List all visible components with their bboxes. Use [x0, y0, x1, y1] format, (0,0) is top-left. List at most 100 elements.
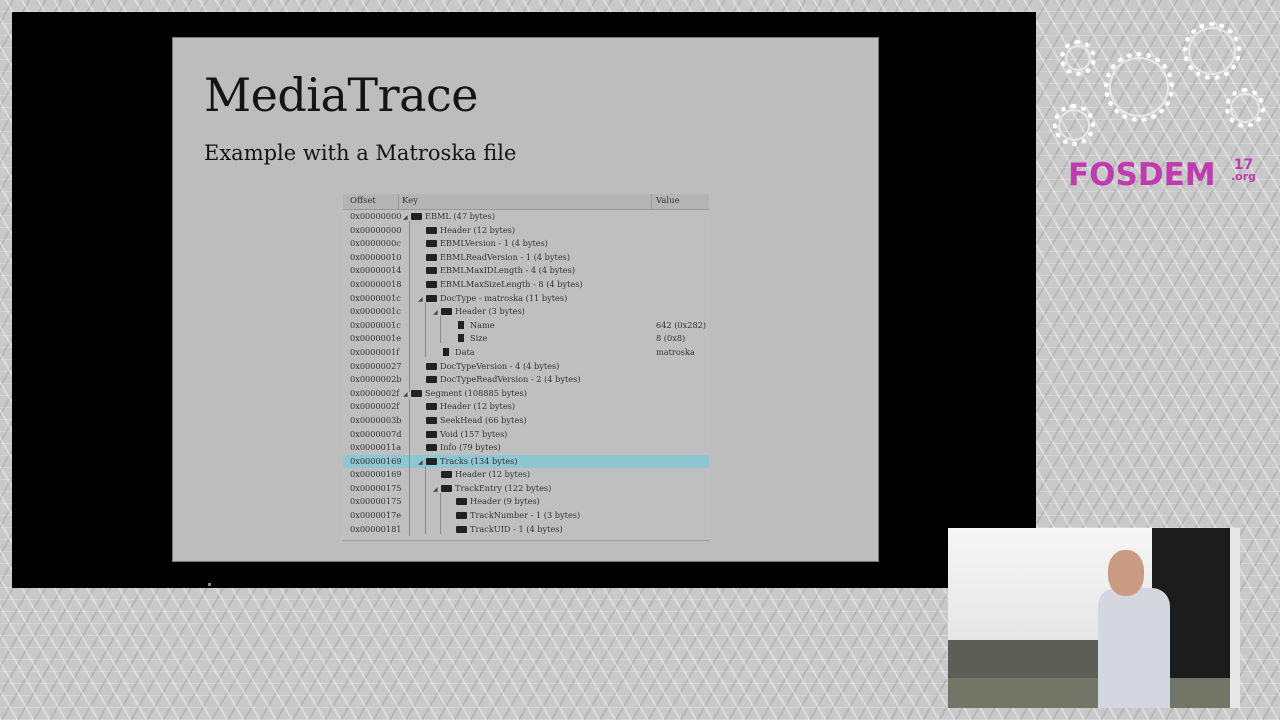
- row-offset: 0x0000011a: [350, 442, 402, 453]
- row-key: Size: [448, 333, 487, 343]
- tree-row[interactable]: 0x0000001f Data matroska: [343, 346, 709, 360]
- row-offset: 0x00000169: [350, 455, 402, 466]
- room-floor: [948, 678, 1240, 708]
- logo-edition: 17 .org: [1231, 158, 1256, 183]
- tree-row[interactable]: 0x0000001c ◢ Header (3 bytes): [343, 305, 709, 319]
- row-key-label: Void (157 bytes): [440, 428, 508, 439]
- fosdem-logo: FOSDEM 17 .org: [1040, 14, 1270, 194]
- folder-icon: [426, 376, 437, 384]
- folder-icon: [456, 512, 467, 520]
- tree-row[interactable]: 0x0000011a Info (79 bytes): [343, 441, 709, 455]
- gear-icon: [1104, 52, 1174, 122]
- row-key: ◢ DocType - matroska (11 bytes): [418, 293, 567, 303]
- row-key: Header (12 bytes): [433, 469, 530, 479]
- row-key: Data: [433, 347, 475, 357]
- tree-row[interactable]: 0x00000175 Header (9 bytes): [343, 495, 709, 509]
- column-divider[interactable]: [651, 194, 652, 209]
- row-value: 8 (0x8): [656, 333, 686, 344]
- row-key: SeekHead (66 bytes): [418, 415, 527, 425]
- slide-subtitle: Example with a Matroska file: [204, 141, 517, 165]
- row-value: matroska: [656, 346, 695, 357]
- row-offset: 0x0000002b: [350, 374, 402, 385]
- tree-guide-line: [425, 465, 426, 534]
- row-offset: 0x0000017e: [350, 510, 402, 521]
- row-key-label: Header (12 bytes): [455, 469, 531, 480]
- row-offset: 0x00000010: [350, 251, 402, 262]
- tree-row[interactable]: 0x00000000 Header (12 bytes): [343, 224, 709, 238]
- row-key-label: TrackEntry (122 bytes): [455, 482, 552, 493]
- row-key: EBMLMaxSizeLength - 8 (4 bytes): [418, 279, 583, 289]
- tree-row[interactable]: 0x0000007d Void (157 bytes): [343, 428, 709, 442]
- camera-edge: [1230, 528, 1240, 708]
- column-header-value[interactable]: Value: [656, 196, 680, 206]
- folder-icon: [426, 253, 437, 261]
- row-key: EBMLMaxIDLength - 4 (4 bytes): [418, 265, 575, 275]
- file-icon: [443, 347, 449, 356]
- tree-row[interactable]: 0x00000014 EBMLMaxIDLength - 4 (4 bytes): [343, 264, 709, 278]
- tree-row[interactable]: 0x00000027 DocTypeVersion - 4 (4 bytes): [343, 360, 709, 374]
- file-icon: [458, 334, 464, 343]
- tree-row[interactable]: 0x0000002b DocTypeReadVersion - 2 (4 byte…: [343, 373, 709, 387]
- row-key: ◢ Segment (108885 bytes): [403, 388, 527, 398]
- row-offset: 0x00000000: [350, 211, 402, 221]
- row-key-label: TrackUID - 1 (4 bytes): [470, 523, 563, 534]
- folder-icon: [426, 416, 437, 424]
- row-offset: 0x00000175: [350, 496, 402, 507]
- expand-arrow-icon[interactable]: ◢: [418, 459, 426, 466]
- tree-row[interactable]: 0x00000175 ◢ TrackEntry (122 bytes): [343, 482, 709, 496]
- speaker-body: [1098, 588, 1170, 708]
- row-key-label: Header (9 bytes): [470, 496, 540, 507]
- tree-row[interactable]: 0x0000000c EBMLVersion - 1 (4 bytes): [343, 237, 709, 251]
- row-offset: 0x0000007d: [350, 428, 402, 439]
- tree-row[interactable]: 0x0000001c Name 642 (0x282): [343, 319, 709, 333]
- row-offset: 0x00000014: [350, 265, 402, 276]
- tree-guide-line: [409, 397, 410, 537]
- row-offset: 0x0000000c: [350, 238, 401, 249]
- column-divider[interactable]: [398, 194, 399, 209]
- row-key: TrackUID - 1 (4 bytes): [448, 524, 563, 534]
- tree-row[interactable]: 0x0000002f Header (12 bytes): [343, 400, 709, 414]
- row-offset: 0x0000001f: [350, 346, 400, 357]
- folder-icon: [456, 525, 467, 533]
- tree-row[interactable]: 0x00000169 ◢ Tracks (134 bytes): [343, 454, 709, 469]
- row-key: ◢ EBML (47 bytes): [403, 211, 495, 221]
- mediatrace-tree-view: Offset Key Value 0x00000000 ◢ EBML (47 byt…: [343, 194, 709, 541]
- row-key-label: Name: [470, 319, 495, 330]
- row-key: Name: [448, 320, 495, 330]
- folder-icon: [441, 484, 452, 492]
- column-header-offset[interactable]: Offset: [350, 196, 376, 206]
- column-header-key[interactable]: Key: [402, 196, 418, 206]
- row-key-label: Size: [470, 333, 488, 344]
- row-key-label: Header (3 bytes): [455, 306, 525, 317]
- folder-icon: [441, 308, 452, 316]
- tree-row[interactable]: 0x0000001c ◢ DocType - matroska (11 bytes): [343, 292, 709, 306]
- tree-row[interactable]: 0x00000169 Header (12 bytes): [343, 468, 709, 482]
- tree-header: Offset Key Value: [343, 194, 709, 210]
- row-offset: 0x00000018: [350, 278, 402, 289]
- mouse-pointer: [208, 583, 211, 586]
- tree-row[interactable]: 0x00000018 EBMLMaxSizeLength - 8 (4 bytes…: [343, 278, 709, 292]
- row-key: DocTypeVersion - 4 (4 bytes): [418, 361, 559, 371]
- tree-row[interactable]: 0x0000002f ◢ Segment (108885 bytes): [343, 387, 709, 401]
- row-key: EBMLReadVersion - 1 (4 bytes): [418, 252, 570, 262]
- folder-icon: [441, 471, 452, 479]
- tree-row[interactable]: 0x0000003b SeekHead (66 bytes): [343, 414, 709, 428]
- tree-row[interactable]: 0x0000001e Size 8 (0x8): [343, 332, 709, 346]
- gear-icon: [1060, 40, 1096, 76]
- row-key: Info (79 bytes): [418, 442, 501, 452]
- expand-arrow-icon[interactable]: ◢: [433, 486, 441, 493]
- logo-text: FOSDEM: [1068, 157, 1216, 193]
- tree-row[interactable]: 0x0000017e TrackNumber - 1 (3 bytes): [343, 509, 709, 523]
- tree-row[interactable]: 0x00000181 TrackUID - 1 (4 bytes): [343, 523, 709, 537]
- row-offset: 0x0000003b: [350, 414, 402, 425]
- row-value: 642 (0x282): [656, 319, 707, 330]
- folder-icon: [426, 457, 437, 465]
- tree-row[interactable]: 0x00000000 ◢ EBML (47 bytes): [343, 210, 709, 224]
- tree-row[interactable]: 0x00000010 EBMLReadVersion - 1 (4 bytes): [343, 251, 709, 265]
- row-key: DocTypeReadVersion - 2 (4 bytes): [418, 374, 581, 384]
- row-key-label: Tracks (134 bytes): [440, 455, 518, 466]
- folder-icon: [426, 294, 437, 302]
- row-key-label: TrackNumber - 1 (3 bytes): [470, 510, 581, 521]
- row-offset: 0x0000002f: [350, 401, 400, 412]
- tree-guide-line: [440, 492, 441, 534]
